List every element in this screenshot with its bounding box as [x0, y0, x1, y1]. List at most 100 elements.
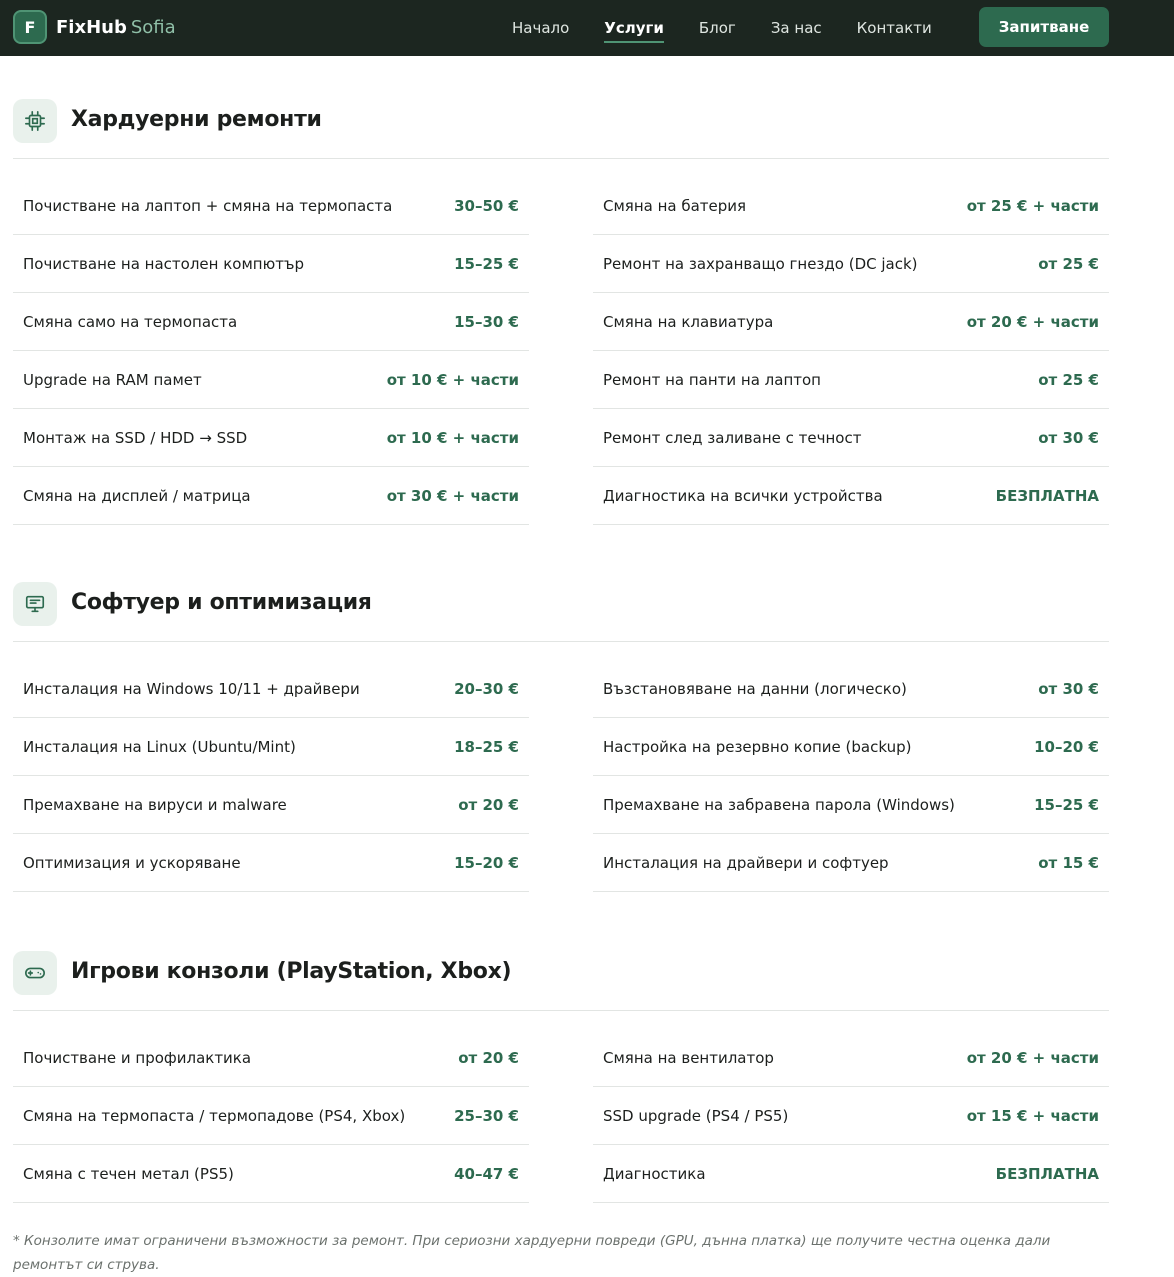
price-row: Монтаж на SSD / HDD → SSD от 10 € + части — [13, 409, 529, 467]
service-price: от 30 € + части — [386, 486, 519, 505]
section-header: Хардуерни ремонти — [13, 99, 1109, 159]
service-price: БЕЗПЛАТНА — [995, 1164, 1099, 1183]
service-name: Смяна на термопаста / термопадове (PS4, … — [23, 1106, 406, 1125]
section-consoles: Игрови конзоли (PlayStation, Xbox) Почис… — [13, 951, 1109, 1203]
price-column-right: Смяна на батерия от 25 € + части Ремонт н… — [593, 177, 1109, 525]
price-row: Смяна на клавиатура от 20 € + части — [593, 293, 1109, 351]
cpu-icon — [13, 99, 57, 143]
price-row: Премахване на забравена парола (Windows)… — [593, 776, 1109, 834]
section-header: Софтуер и оптимизация — [13, 582, 1109, 642]
price-row: Смяна на термопаста / термопадове (PS4, … — [13, 1087, 529, 1145]
service-name: Почистване и профилактика — [23, 1048, 252, 1067]
section-header: Игрови конзоли (PlayStation, Xbox) — [13, 951, 1109, 1011]
service-price: 18–25 € — [454, 737, 519, 756]
price-row: SSD upgrade (PS4 / PS5) от 15 € + части — [593, 1087, 1109, 1145]
service-name: Ремонт на захранващо гнездо (DC jack) — [603, 254, 918, 273]
service-price: от 10 € + части — [386, 428, 519, 447]
price-row: Ремонт на панти на лаптоп от 25 € — [593, 351, 1109, 409]
section-title: Хардуерни ремонти — [71, 107, 322, 132]
service-name: Ремонт след заливане с течност — [603, 428, 862, 447]
service-price: от 15 € + части — [966, 1106, 1099, 1125]
brand-logo[interactable]: F FixHub Sofia — [13, 10, 176, 44]
section-title: Игрови конзоли (PlayStation, Xbox) — [71, 959, 512, 984]
price-column-left: Почистване на лаптоп + смяна на термопас… — [13, 177, 529, 525]
service-name: Диагностика — [603, 1164, 706, 1183]
service-price: 15–25 € — [454, 254, 519, 273]
nav-item-blog[interactable]: Блог — [699, 0, 736, 56]
price-row: Смяна с течен метал (PS5) 40–47 € — [13, 1145, 529, 1203]
section-title: Софтуер и оптимизация — [71, 590, 372, 615]
price-row: Оптимизация и ускоряване 15–20 € — [13, 834, 529, 892]
price-row: Инсталация на Linux (Ubuntu/Mint) 18–25 € — [13, 718, 529, 776]
price-column-right: Възстановяване на данни (логическо) от 30… — [593, 660, 1109, 892]
price-row: Upgrade на RAM памет от 10 € + части — [13, 351, 529, 409]
price-row: Диагностика на всички устройства БЕЗПЛАТН… — [593, 467, 1109, 525]
gamepad-icon — [13, 951, 57, 995]
main-nav: Начало Услуги Блог За нас Контакти — [512, 0, 967, 56]
logo-badge: F — [13, 10, 47, 44]
price-row: Настройка на резервно копие (backup) 10–2… — [593, 718, 1109, 776]
section-hardware: Хардуерни ремонти Почистване на лаптоп +… — [13, 99, 1109, 525]
service-name: Настройка на резервно копие (backup) — [603, 737, 912, 756]
service-price: от 25 € — [1038, 254, 1099, 273]
brand-city: Sofia — [130, 16, 176, 38]
price-row: Инсталация на драйвери и софтуер от 15 € — [593, 834, 1109, 892]
top-navbar: F FixHub Sofia Начало Услуги Блог За нас … — [0, 0, 1174, 56]
service-price: от 25 € — [1038, 370, 1099, 389]
service-price: от 30 € — [1038, 679, 1099, 698]
price-row: Диагностика БЕЗПЛАТНА — [593, 1145, 1109, 1203]
service-price: от 15 € — [1038, 853, 1099, 872]
service-price: 25–30 € — [454, 1106, 519, 1125]
service-price: 15–25 € — [1034, 795, 1099, 814]
price-row: Смяна на дисплей / матрица от 30 € + част… — [13, 467, 529, 525]
service-price: от 20 € + части — [966, 1048, 1099, 1067]
consoles-footnote: * Конзолите имат ограничени възможности … — [13, 1233, 1051, 1273]
service-price: 10–20 € — [1034, 737, 1099, 756]
service-name: SSD upgrade (PS4 / PS5) — [603, 1106, 789, 1125]
service-name: Инсталация на драйвери и софтуер — [603, 853, 889, 872]
price-row: Ремонт на захранващо гнездо (DC jack) от … — [593, 235, 1109, 293]
service-price: от 20 € — [458, 1048, 519, 1067]
service-name: Смяна с течен метал (PS5) — [23, 1164, 234, 1183]
service-price: 15–20 € — [454, 853, 519, 872]
monitor-icon — [13, 582, 57, 626]
service-name: Смяна на батерия — [603, 196, 747, 215]
service-name: Диагностика на всички устройства — [603, 486, 883, 505]
section-software: Софтуер и оптимизация Инсталация на Wind… — [13, 582, 1109, 892]
brand-name-main: FixHub — [56, 16, 127, 38]
inquiry-button[interactable]: Запитване — [979, 7, 1109, 47]
nav-item-contacts[interactable]: Контакти — [857, 0, 932, 56]
nav-item-home[interactable]: Начало — [512, 0, 569, 56]
price-row: Смяна на батерия от 25 € + части — [593, 177, 1109, 235]
service-name: Почистване на лаптоп + смяна на термопас… — [23, 196, 393, 215]
price-row: Почистване на настолен компютър 15–25 € — [13, 235, 529, 293]
brand-name: FixHub Sofia — [56, 17, 176, 38]
price-row: Инсталация на Windows 10/11 + драйвери 20… — [13, 660, 529, 718]
service-price: от 10 € + части — [386, 370, 519, 389]
nav-item-services[interactable]: Услуги — [604, 0, 664, 56]
service-price: от 25 € + части — [966, 196, 1099, 215]
service-price: БЕЗПЛАТНА — [995, 486, 1099, 505]
service-name: Почистване на настолен компютър — [23, 254, 305, 273]
price-column-left: Инсталация на Windows 10/11 + драйвери 20… — [13, 660, 529, 892]
service-price: от 20 € — [458, 795, 519, 814]
service-name: Инсталация на Windows 10/11 + драйвери — [23, 679, 360, 698]
service-name: Премахване на вируси и malware — [23, 795, 287, 814]
price-row: Възстановяване на данни (логическо) от 30… — [593, 660, 1109, 718]
price-row: Ремонт след заливане с течност от 30 € — [593, 409, 1109, 467]
service-price: от 20 € + части — [966, 312, 1099, 331]
price-row: Смяна само на термопаста 15–30 € — [13, 293, 529, 351]
service-name: Смяна на дисплей / матрица — [23, 486, 251, 505]
price-row: Почистване на лаптоп + смяна на термопас… — [13, 177, 529, 235]
service-name: Смяна на вентилатор — [603, 1048, 774, 1067]
service-name: Монтаж на SSD / HDD → SSD — [23, 428, 248, 447]
service-name: Инсталация на Linux (Ubuntu/Mint) — [23, 737, 296, 756]
price-row: Почистване и профилактика от 20 € — [13, 1029, 529, 1087]
service-name: Премахване на забравена парола (Windows) — [603, 795, 955, 814]
service-price: 40–47 € — [454, 1164, 519, 1183]
service-price: 15–30 € — [454, 312, 519, 331]
service-name: Смяна само на термопаста — [23, 312, 238, 331]
service-price: от 30 € — [1038, 428, 1099, 447]
service-price: 30–50 € — [454, 196, 519, 215]
nav-item-about[interactable]: За нас — [771, 0, 822, 56]
